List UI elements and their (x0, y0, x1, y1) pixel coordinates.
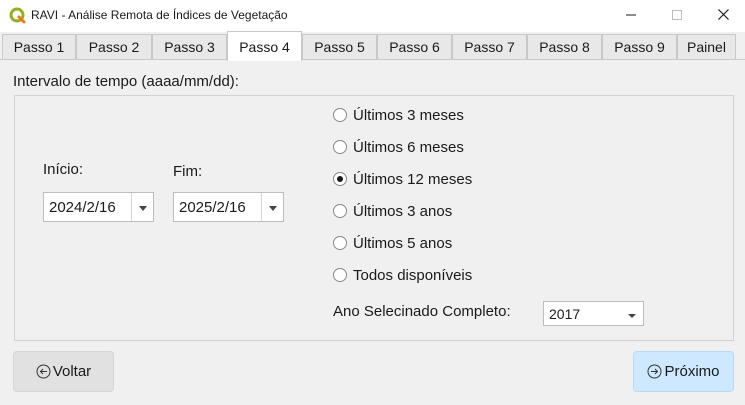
year-select[interactable]: 2017 (543, 301, 644, 326)
tab-passo-6[interactable]: Passo 6 (377, 34, 452, 59)
tab-painel[interactable]: Painel (677, 34, 736, 59)
radio-button[interactable] (333, 236, 347, 250)
radio-all-available[interactable]: Todos disponíveis (333, 265, 472, 285)
year-value: 2017 (549, 305, 581, 322)
radio-button[interactable] (333, 140, 347, 154)
radio-label: Todos disponíveis (353, 266, 473, 284)
back-button-label: Voltar (52, 363, 92, 380)
end-date-value: 2025/2/16 (179, 198, 246, 216)
radio-last-6-months[interactable]: Últimos 6 meses (333, 137, 464, 157)
radio-button[interactable] (333, 204, 347, 218)
start-date-label: Início: (43, 161, 84, 178)
end-date-dropdown[interactable] (261, 193, 283, 221)
radio-label: Últimos 5 anos (353, 234, 453, 252)
window-title: RAVI - Análise Remota de Índices de Vege… (31, 8, 288, 22)
radio-label: Últimos 3 anos (353, 202, 453, 220)
radio-last-5-years[interactable]: Últimos 5 anos (333, 233, 452, 253)
chevron-down-icon (628, 305, 636, 323)
next-button[interactable]: Próximo (633, 351, 734, 392)
minimize-icon (626, 7, 636, 25)
tab-passo-2[interactable]: Passo 2 (76, 34, 152, 59)
year-label: Ano Selecinado Completo: (333, 303, 511, 320)
tab-passo-1[interactable]: Passo 1 (2, 34, 76, 59)
radio-button[interactable] (333, 108, 347, 122)
tab-passo-7[interactable]: Passo 7 (452, 34, 527, 59)
tab-passo-9[interactable]: Passo 9 (602, 34, 677, 59)
arrow-right-circle-icon (647, 364, 662, 379)
radio-label: Últimos 12 meses (353, 170, 473, 188)
radio-last-12-months[interactable]: Últimos 12 meses (333, 169, 472, 189)
tab-passo-8[interactable]: Passo 8 (527, 34, 602, 59)
radio-button[interactable] (333, 268, 347, 282)
arrow-left-circle-icon (36, 364, 51, 379)
radio-last-3-years[interactable]: Últimos 3 anos (333, 201, 452, 221)
chevron-down-icon (138, 198, 147, 216)
tab-passo-4[interactable]: Passo 4 (227, 31, 302, 61)
next-button-label: Próximo (664, 363, 720, 380)
interval-label: Intervalo de tempo (aaaa/mm/dd): (13, 73, 239, 90)
title-bar: RAVI - Análise Remota de Índices de Vege… (0, 0, 745, 32)
radio-button-checked[interactable] (333, 172, 347, 186)
chevron-down-icon (268, 198, 277, 216)
maximize-icon (672, 7, 682, 25)
qgis-icon (9, 7, 27, 25)
start-date-dropdown[interactable] (131, 193, 153, 221)
end-date-label: Fim: (173, 163, 203, 180)
year-dropdown[interactable] (621, 302, 643, 325)
tab-passo-3[interactable]: Passo 3 (152, 34, 227, 59)
close-button[interactable] (700, 0, 745, 32)
radio-label: Últimos 3 meses (353, 106, 464, 124)
end-date-field[interactable]: 2025/2/16 (173, 192, 284, 222)
maximize-button[interactable] (654, 0, 700, 32)
tab-divider (0, 59, 745, 60)
minimize-button[interactable] (608, 0, 654, 32)
close-icon (717, 7, 729, 25)
radio-label: Últimos 6 meses (353, 138, 464, 156)
start-date-value: 2024/2/16 (49, 198, 116, 216)
tab-passo-5[interactable]: Passo 5 (302, 34, 377, 59)
back-button[interactable]: Voltar (13, 351, 114, 392)
radio-last-3-months[interactable]: Últimos 3 meses (333, 105, 464, 125)
start-date-field[interactable]: 2024/2/16 (43, 192, 154, 222)
